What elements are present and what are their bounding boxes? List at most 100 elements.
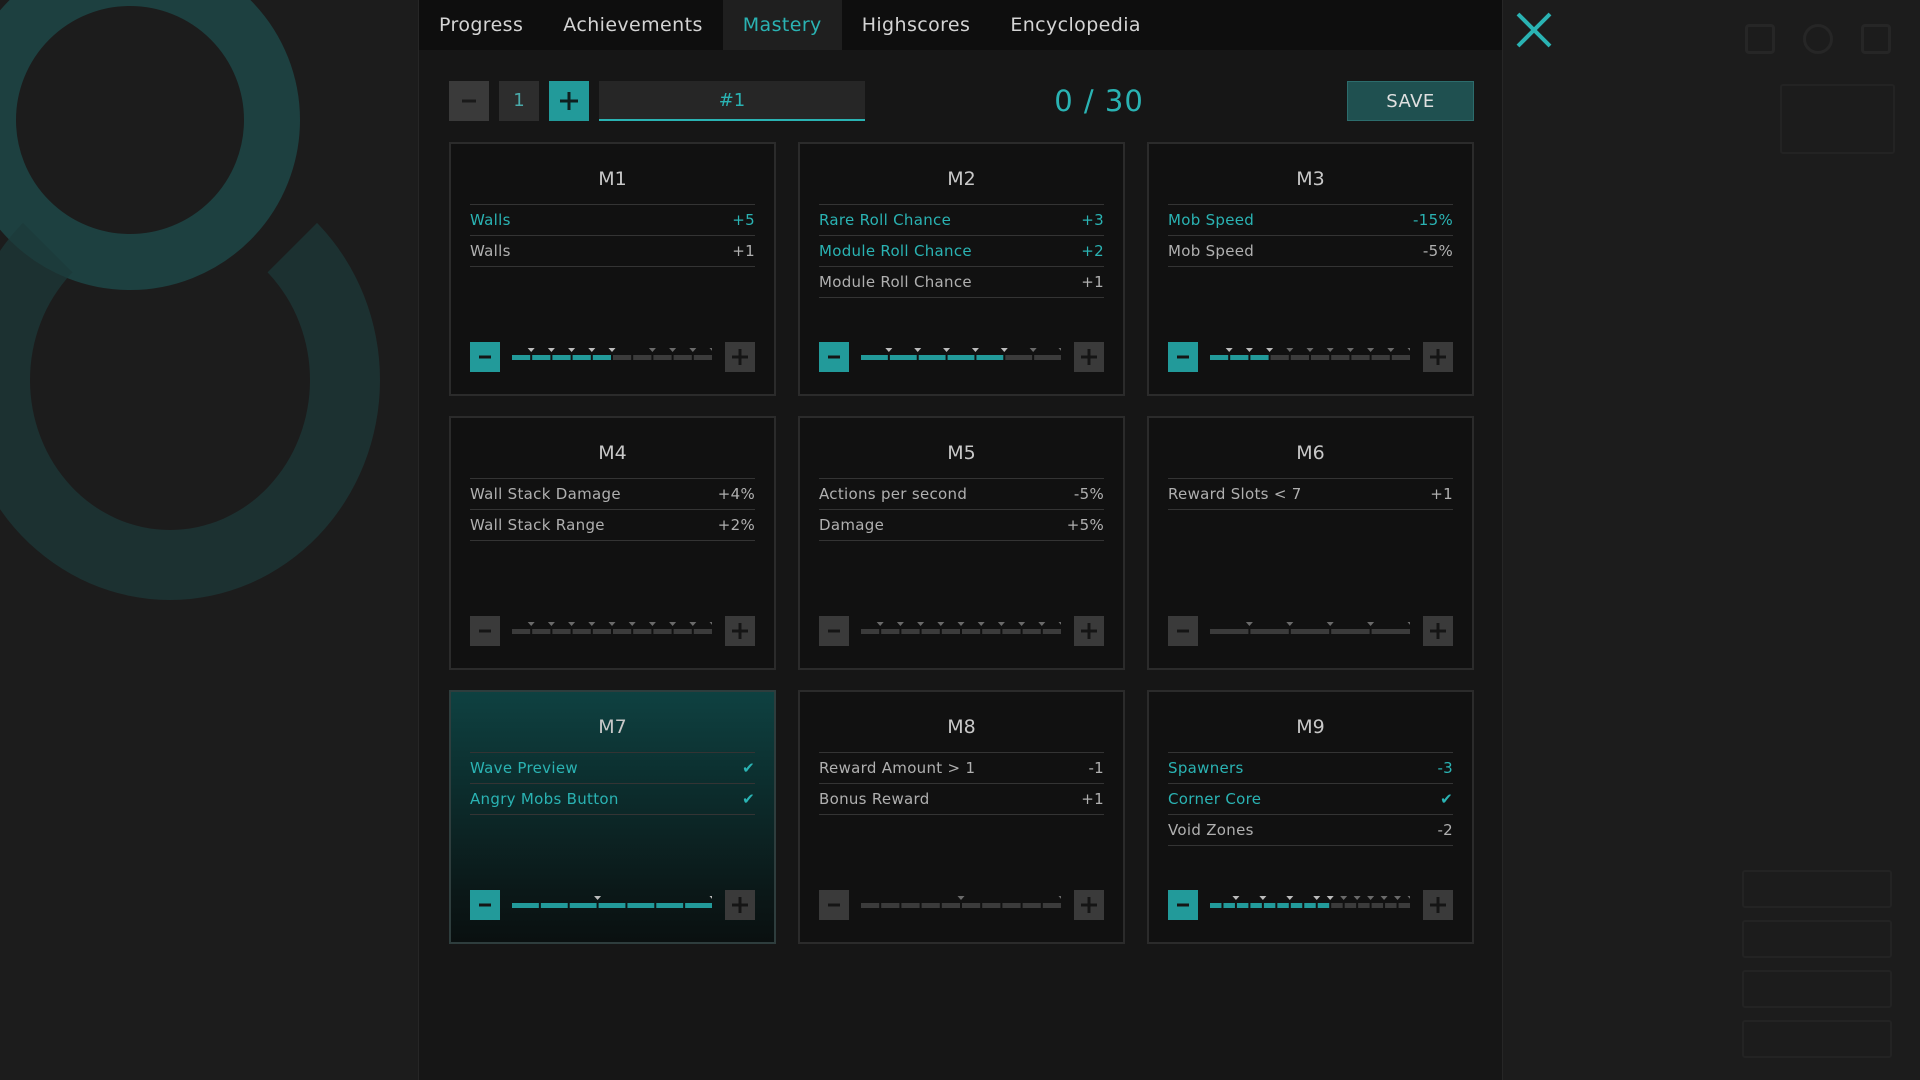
minus-icon (479, 355, 491, 359)
level-decrement-button[interactable] (1168, 616, 1198, 646)
level-increment-button[interactable] (725, 616, 755, 646)
level-notch-marker (689, 348, 697, 352)
tab-achievements[interactable]: Achievements (543, 0, 722, 50)
level-notch-marker (527, 348, 535, 352)
level-segment-empty (1290, 355, 1309, 360)
level-track (1210, 896, 1410, 908)
stat-value: -2 (1437, 821, 1453, 839)
level-segment-empty (901, 629, 920, 634)
preset-name-input[interactable] (599, 81, 865, 121)
level-segment-empty (962, 903, 981, 908)
level-segment-filled (592, 355, 611, 360)
level-notch-marker (1266, 348, 1274, 352)
level-segment-empty (1042, 903, 1061, 908)
tab-progress[interactable]: Progress (419, 0, 543, 50)
level-notch-marker (1029, 348, 1037, 352)
level-notch-marker (608, 622, 616, 626)
card-title: M6 (1296, 442, 1325, 464)
mastery-grid: M1 Walls +5 Walls +1 M2 Rare Roll Chance +3 Modu… (449, 142, 1474, 944)
mastery-card-m6[interactable]: M6 Reward Slots < 7 +1 (1147, 416, 1474, 670)
level-segment-filled (572, 355, 591, 360)
stat-label: Spawners (1168, 759, 1244, 777)
stat-row: Bonus Reward +1 (819, 784, 1104, 815)
level-segment-empty (1002, 903, 1021, 908)
tab-highscores[interactable]: Highscores (842, 0, 991, 50)
level-segment-empty (592, 629, 611, 634)
mastery-card-m1[interactable]: M1 Walls +5 Walls +1 (449, 142, 776, 396)
level-notch-marker (1380, 896, 1388, 900)
level-segment-empty (1034, 355, 1061, 360)
preset-increment-button[interactable] (549, 81, 589, 121)
stat-row: Reward Slots < 7 +1 (1168, 479, 1453, 510)
level-segment-filled (1210, 903, 1222, 908)
stat-label: Damage (819, 516, 885, 534)
card-title: M5 (947, 442, 976, 464)
level-increment-button[interactable] (1074, 342, 1104, 372)
level-segment-filled (889, 355, 917, 360)
mastery-card-m9[interactable]: M9 Spawners -3 Corner Core ✔ Void Zones -2 (1147, 690, 1474, 944)
level-decrement-button[interactable] (1168, 890, 1198, 920)
level-increment-button[interactable] (725, 890, 755, 920)
level-segment-filled (1277, 903, 1289, 908)
level-decrement-button[interactable] (470, 890, 500, 920)
stat-value: -15% (1413, 211, 1453, 229)
card-title: M7 (598, 716, 627, 738)
preset-decrement-button[interactable] (449, 81, 489, 121)
level-segment-empty (861, 903, 880, 908)
mastery-card-m2[interactable]: M2 Rare Roll Chance +3 Module Roll Chance +2… (798, 142, 1125, 396)
tab-encyclopedia[interactable]: Encyclopedia (990, 0, 1161, 50)
level-notch-marker (1245, 622, 1253, 626)
mastery-card-m7[interactable]: M7 Wave Preview ✔ Angry Mobs Button ✔ (449, 690, 776, 944)
mastery-card-m5[interactable]: M5 Actions per second -5% Damage +5% (798, 416, 1125, 670)
level-increment-button[interactable] (1074, 890, 1104, 920)
level-decrement-button[interactable] (470, 342, 500, 372)
mastery-card-m4[interactable]: M4 Wall Stack Damage +4% Wall Stack Range +2… (449, 416, 776, 670)
level-segment-filled (1250, 355, 1269, 360)
level-decrement-button[interactable] (1168, 342, 1198, 372)
minus-icon (479, 629, 491, 633)
level-segment-empty (1331, 355, 1350, 360)
plus-icon (732, 349, 748, 365)
level-increment-button[interactable] (1074, 616, 1104, 646)
level-increment-button[interactable] (725, 342, 755, 372)
level-notch-marker (1367, 896, 1375, 900)
level-notch-marker (1259, 896, 1267, 900)
level-segment-filled (532, 355, 551, 360)
level-notch-marker (896, 622, 904, 626)
stat-value: +1 (1081, 273, 1104, 291)
stat-label: Reward Amount > 1 (819, 759, 976, 777)
level-decrement-button[interactable] (819, 342, 849, 372)
level-increment-button[interactable] (1423, 890, 1453, 920)
level-segment-empty (613, 629, 632, 634)
level-segment-filled (656, 903, 684, 908)
level-decrement-button[interactable] (819, 890, 849, 920)
mastery-card-m3[interactable]: M3 Mob Speed -15% Mob Speed -5% (1147, 142, 1474, 396)
stat-row: Actions per second -5% (819, 479, 1104, 510)
save-button[interactable]: SAVE (1347, 81, 1474, 121)
level-segment-empty (1371, 629, 1410, 634)
level-notch-marker (1058, 896, 1061, 899)
background-decoration-left (0, 0, 420, 1080)
level-segment-empty (1042, 629, 1061, 634)
stat-label: Walls (470, 242, 511, 260)
stat-label: Reward Slots < 7 (1168, 485, 1302, 503)
level-increment-button[interactable] (1423, 342, 1453, 372)
minus-icon (828, 629, 840, 633)
stat-row: Angry Mobs Button ✔ (470, 784, 755, 815)
minus-icon (1177, 355, 1189, 359)
stat-value: -5% (1422, 242, 1453, 260)
level-decrement-button[interactable] (470, 616, 500, 646)
close-button[interactable] (1512, 8, 1556, 52)
level-notch-marker (527, 622, 535, 626)
mastery-card-m8[interactable]: M8 Reward Amount > 1 -1 Bonus Reward +1 (798, 690, 1125, 944)
card-title: M2 (947, 168, 976, 190)
level-increment-button[interactable] (1423, 616, 1453, 646)
level-control (819, 890, 1104, 920)
stat-label: Mob Speed (1168, 242, 1255, 260)
level-segment-filled (861, 355, 888, 360)
level-segment-empty (693, 355, 712, 360)
level-decrement-button[interactable] (819, 616, 849, 646)
stat-label: Walls (470, 211, 511, 229)
level-notch-marker (1387, 348, 1395, 352)
tab-mastery[interactable]: Mastery (722, 0, 842, 50)
